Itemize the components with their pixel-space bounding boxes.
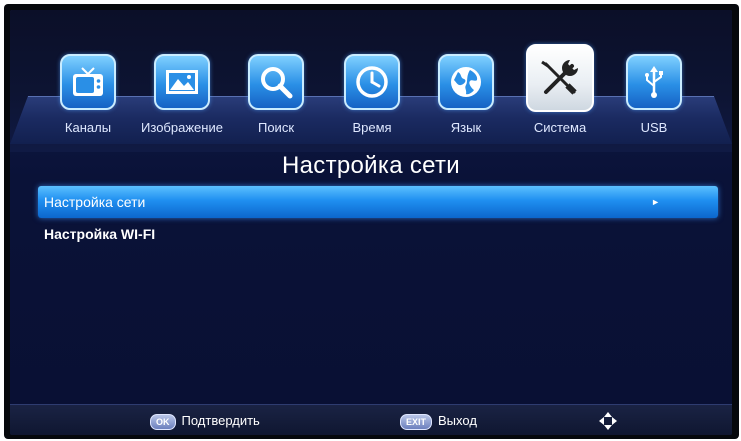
picture-icon <box>154 54 210 110</box>
tab-usb[interactable]: USB <box>614 54 694 150</box>
confirm-label: Подтвердить <box>181 413 260 428</box>
list-item-wifi-settings[interactable]: Настройка WI-FI <box>38 218 718 250</box>
main-menu-bar: Каналы Изображение Поиск Время Язык Сист… <box>10 10 732 152</box>
tab-label: Поиск <box>257 120 295 135</box>
clock-icon <box>344 54 400 110</box>
tab-label: Каналы <box>64 120 112 135</box>
tab-channels[interactable]: Каналы <box>48 54 128 150</box>
globe-icon <box>438 54 494 110</box>
confirm-hint[interactable]: OK Подтвердить <box>150 412 260 430</box>
tv-icon <box>60 54 116 110</box>
tab-language[interactable]: Язык <box>426 54 506 150</box>
exit-key-badge: EXIT <box>400 413 433 430</box>
tab-picture[interactable]: Изображение <box>141 54 223 150</box>
page-title: Настройка сети <box>282 152 460 179</box>
settings-list: Настройка сети ► Настройка WI-FI <box>38 186 718 250</box>
list-item-network-settings[interactable]: Настройка сети ► <box>38 186 718 218</box>
tv-frame: Каналы Изображение Поиск Время Язык Сист… <box>4 4 739 439</box>
tab-system[interactable]: Система <box>520 44 600 150</box>
list-item-label: Настройка сети <box>44 194 146 210</box>
tab-search[interactable]: Поиск <box>236 54 316 150</box>
tab-label: Изображение <box>141 120 223 135</box>
tab-time[interactable]: Время <box>332 54 412 150</box>
usb-icon <box>626 54 682 110</box>
exit-label: Выход <box>438 413 477 428</box>
tools-icon <box>526 44 594 112</box>
tab-label: Время <box>352 120 392 135</box>
navigation-arrows-icon <box>599 412 617 430</box>
tab-label: USB <box>640 120 668 135</box>
footer-bar: OK Подтвердить EXIT Выход <box>10 404 732 435</box>
ok-key-badge: OK <box>150 413 176 430</box>
exit-hint[interactable]: EXIT Выход <box>400 412 477 430</box>
screen: Каналы Изображение Поиск Время Язык Сист… <box>10 10 732 435</box>
submenu-arrow-icon: ► <box>651 197 660 207</box>
tab-label: Язык <box>450 120 482 135</box>
tab-label: Система <box>533 120 587 135</box>
search-icon <box>248 54 304 110</box>
list-item-label: Настройка WI-FI <box>44 226 156 242</box>
